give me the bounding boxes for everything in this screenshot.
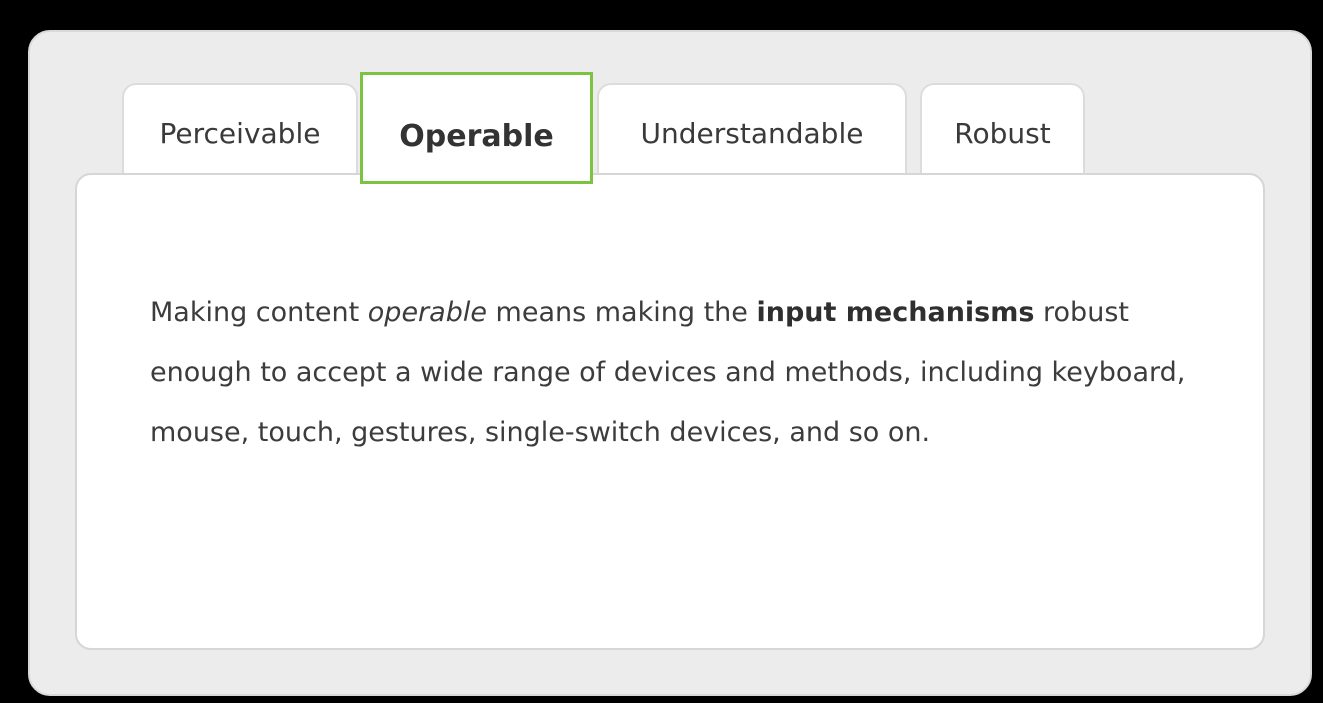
tab-operable-label: Operable <box>399 119 554 154</box>
tab-robust[interactable]: Robust <box>920 83 1085 178</box>
tab-understandable[interactable]: Understandable <box>597 83 907 178</box>
tab-content-panel: Making content operable means making the… <box>75 173 1265 650</box>
tab-robust-label: Robust <box>954 117 1051 150</box>
content-text-part2: means making the <box>486 297 757 328</box>
tab-operable[interactable]: Operable <box>360 72 593 184</box>
tab-perceivable[interactable]: Perceivable <box>122 83 358 178</box>
content-strong-input-mechanisms: input mechanisms <box>756 297 1035 328</box>
tab-understandable-label: Understandable <box>640 117 864 150</box>
content-text-part1: Making content <box>150 297 368 328</box>
content-emphasis-operable: operable <box>367 297 487 328</box>
tab-perceivable-label: Perceivable <box>159 117 321 150</box>
tab-content-text: Making content operable means making the… <box>150 283 1200 463</box>
